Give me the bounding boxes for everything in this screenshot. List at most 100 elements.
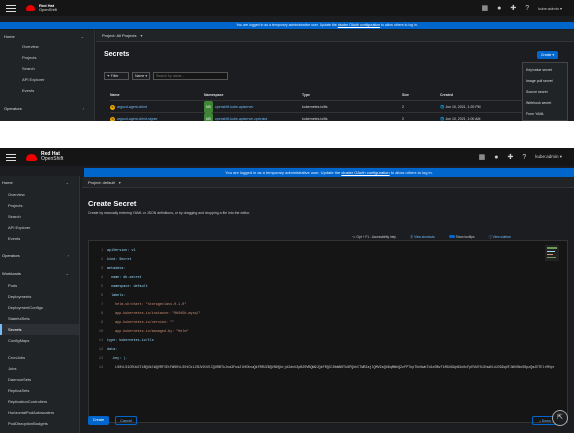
hamburger-menu-icon[interactable] — [6, 4, 16, 12]
column-header-name[interactable]: Name — [110, 91, 204, 100]
menu-item-key-value-secret[interactable]: Key/value secret — [526, 65, 564, 76]
filter-dropdown[interactable]: ⏷ Filter — [104, 72, 129, 80]
nav-item-deploymentconfigs[interactable]: DeploymentConfigs — [0, 302, 79, 313]
nav-item-configmaps[interactable]: ConfigMaps — [0, 335, 79, 346]
create-secret-screenshot: Red Hat OpenShift ▦ ● ✚ ? kube:admin ▾ Y… — [0, 148, 574, 433]
redhat-openshift-logo[interactable]: Red Hat OpenShift — [26, 4, 57, 12]
help-icon[interactable]: ? — [525, 5, 529, 12]
nav-item-poddisruptionbudgets[interactable]: PodDisruptionBudgets — [0, 418, 79, 429]
add-plus-icon[interactable]: ✚ — [510, 5, 516, 12]
project-selector[interactable]: Project: All Projects ▾ — [96, 30, 574, 42]
nav-group-home[interactable]: Home ⌄ — [0, 30, 94, 41]
nav-workloads-label: Workloads — [2, 271, 21, 276]
nav-item-jobs[interactable]: Jobs — [0, 363, 79, 374]
masthead: Red Hat OpenShift ▦ ● ✚ ? kube:admin ▾ — [0, 0, 574, 16]
namespace-link[interactable]: NS openshift-kube-apiserver — [204, 101, 302, 113]
add-plus-icon[interactable]: ✚ — [507, 154, 513, 161]
secret-name-link[interactable]: Sargocd-agent-client-signer — [110, 113, 204, 121]
secret-name-link[interactable]: Sargocd-agent-client — [110, 101, 204, 112]
brand-line2: OpenShift — [39, 7, 57, 12]
apps-grid-icon[interactable]: ▦ — [479, 154, 486, 161]
view-sidebar-link[interactable]: ⓘ View sidebar — [489, 234, 511, 239]
nav-item-overview[interactable]: Overview — [0, 189, 79, 200]
view-shortcuts-link[interactable]: ⓪ View shortcuts — [410, 234, 435, 239]
nav-item-events[interactable]: Events — [0, 85, 94, 96]
search-input[interactable] — [153, 72, 228, 80]
user-menu[interactable]: kube:admin ▾ — [538, 6, 562, 11]
name-dropdown[interactable]: Name ▾ — [132, 72, 150, 80]
oauth-config-link[interactable]: cluster OAuth configuration — [338, 23, 380, 27]
nav-group-operators[interactable]: Operators › — [0, 244, 79, 262]
temporary-user-banner: You are logged in as a temporary adminis… — [84, 168, 574, 177]
notifications-bell-icon[interactable]: ● — [497, 5, 501, 12]
yaml-editor[interactable]: 1 apiVersion: v1 2 kind: Secret 3 metadata:… — [88, 240, 568, 423]
show-tooltips-toggle[interactable]: Show tooltips — [448, 234, 475, 239]
chevron-down-icon: ⌄ — [65, 180, 69, 185]
nav-group-home[interactable]: Home ⌄ — [0, 176, 79, 189]
create-dropdown-button[interactable]: Create ▾ — [537, 51, 558, 59]
user-menu[interactable]: kube:admin ▾ — [535, 154, 562, 160]
nav-operators-label: Operators — [2, 253, 20, 258]
menu-item-webhook-secret[interactable]: Webhook secret — [526, 98, 564, 109]
code-line: 9 app.kubernetes.io/version: "" — [100, 320, 175, 325]
banner-suffix: to allow others to log in. — [381, 23, 418, 27]
code-line: 12 data: — [98, 347, 118, 352]
column-header-size[interactable]: Size — [402, 91, 440, 100]
column-header-created[interactable]: Created — [440, 91, 453, 100]
nav-item-deployments[interactable]: Deployments — [0, 291, 79, 302]
nav-item-events[interactable]: Events — [0, 233, 79, 244]
project-selector[interactable]: Project: default ▾ — [82, 177, 574, 188]
namespace-link[interactable]: NS openshift-kube-apiserver-operator — [204, 113, 302, 121]
page-title: Secrets — [104, 51, 130, 58]
brand-line2: OpenShift — [41, 156, 64, 162]
chevron-down-icon: ⌄ — [80, 34, 84, 39]
secret-badge-icon: S — [110, 105, 115, 110]
column-header-type[interactable]: Type — [302, 91, 402, 100]
redhat-openshift-logo[interactable]: Red Hat OpenShift — [26, 152, 63, 162]
nav-item-api-explorer[interactable]: API Explorer — [0, 74, 94, 85]
nav-group-workloads[interactable]: Workloads ⌄ — [0, 262, 79, 280]
secrets-table: Name Namespace Type Size Created Sargocd… — [110, 91, 550, 121]
sidebar: Home ⌄ Overview Projects Search API Expl… — [0, 176, 80, 433]
nav-item-secrets[interactable]: Secrets — [0, 324, 79, 335]
create-button[interactable]: Create — [88, 416, 109, 425]
caret-down-icon: ▾ — [140, 33, 143, 38]
nav-item-projects[interactable]: Projects — [0, 200, 79, 211]
temporary-user-banner: You are logged in as a temporary adminis… — [0, 22, 574, 29]
nav-item-cronjobs[interactable]: CronJobs — [0, 352, 79, 363]
code-line: 7 helm.sh/chart: "storageclass-0.1.0" — [100, 302, 187, 307]
code-line: 13 .key: |- — [98, 356, 128, 361]
editor-minimap[interactable] — [545, 245, 559, 261]
notifications-bell-icon[interactable]: ● — [494, 154, 498, 161]
help-icon[interactable]: ? — [522, 154, 526, 161]
menu-item-image-pull-secret[interactable]: Image pull secret — [526, 76, 564, 87]
nav-item-api-explorer[interactable]: API Explorer — [0, 222, 79, 233]
menu-item-from-yaml[interactable]: From YAML — [526, 109, 564, 120]
menu-item-source-secret[interactable]: Source secret — [526, 87, 564, 98]
nav-item-statefulsets[interactable]: StatefulSets — [0, 313, 79, 324]
nav-item-search[interactable]: Search — [0, 211, 79, 222]
nav-item-horizontalpodautoscalers[interactable]: HorizontalPodAutoscalers — [0, 407, 79, 418]
banner-text: You are logged in as a temporary adminis… — [225, 170, 341, 175]
feedback-circle-icon[interactable]: ⇱ — [552, 410, 568, 426]
column-header-namespace[interactable]: Namespace — [204, 91, 302, 100]
hamburger-menu-icon[interactable] — [6, 153, 16, 161]
editor-toolbar: ⌥ Opt + F1 - Accessibility help ⓪ View s… — [352, 234, 511, 239]
redhat-hat-icon — [26, 153, 37, 161]
nav-item-replicationcontrollers[interactable]: ReplicationControllers — [0, 396, 79, 407]
cancel-button[interactable]: Cancel — [115, 416, 137, 425]
oauth-config-link[interactable]: cluster OAuth configuration — [341, 170, 389, 175]
nav-item-replicasets[interactable]: ReplicaSets — [0, 385, 79, 396]
nav-item-projects[interactable]: Projects — [0, 52, 94, 63]
secret-size: 2 — [402, 117, 404, 121]
nav-group-operators[interactable]: Operators › — [0, 96, 94, 113]
nav-home-label: Home — [4, 34, 15, 39]
apps-grid-icon[interactable]: ▦ — [482, 5, 489, 12]
code-area[interactable]: 1 apiVersion: v1 2 kind: Secret 3 metadata:… — [89, 241, 567, 379]
sidebar: Home ⌄ Overview Projects Search API Expl… — [0, 30, 95, 121]
toggle-switch-icon — [448, 234, 455, 238]
nav-item-daemonsets[interactable]: DaemonSets — [0, 374, 79, 385]
nav-item-search[interactable]: Search — [0, 63, 94, 74]
nav-item-overview[interactable]: Overview — [0, 41, 94, 52]
nav-item-pods[interactable]: Pods — [0, 280, 79, 291]
